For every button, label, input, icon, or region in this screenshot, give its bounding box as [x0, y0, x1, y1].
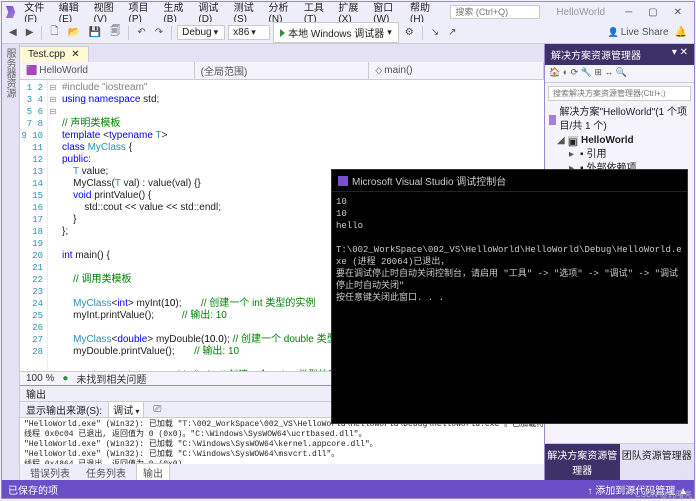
config-combo[interactable]: Debug ▾: [177, 25, 225, 40]
solution-toolbar[interactable]: 🏠 ◐ ⟳ 🔧 ⊞ ↔ 🔍: [545, 65, 694, 83]
live-share-button[interactable]: 👤 Live Share: [608, 27, 669, 38]
tab-testcpp[interactable]: Test.cpp✕: [20, 46, 89, 62]
maximize-icon[interactable]: ▢: [642, 5, 663, 20]
output-tab[interactable]: 错误列表: [24, 464, 76, 481]
titlebar: 文件(F)编辑(E)视图(V)项目(P)生成(B)调试(D)测试(S)分析(N)…: [2, 2, 694, 22]
debug-console-window[interactable]: Microsoft Visual Studio 调试控制台 10 10 hell…: [331, 169, 688, 424]
output-from-label: 显示输出来源(S):: [26, 402, 102, 417]
redo-icon[interactable]: ↷: [152, 25, 166, 40]
solution-search-input[interactable]: [548, 86, 691, 101]
start-debug-button[interactable]: 本地 Windows 调试器 ▾: [273, 22, 399, 43]
platform-combo[interactable]: x86 ▾: [228, 25, 270, 40]
toolbar: ◀ ▶ 🗋 📂 💾 🗐 ↶ ↷ Debug ▾ x86 ▾ 本地 Windows…: [2, 22, 694, 44]
output-title: 输出: [26, 386, 46, 401]
close-icon[interactable]: ✕: [668, 5, 688, 20]
app-name: HelloWorld: [548, 7, 613, 18]
save-icon[interactable]: 💾: [86, 25, 104, 40]
output-source-combo[interactable]: 调试 ▾: [108, 401, 144, 418]
nav-member[interactable]: ◇ main(): [369, 62, 544, 79]
open-icon[interactable]: 📂: [64, 25, 82, 40]
notif-icon[interactable]: 🔔: [672, 25, 690, 40]
undo-icon[interactable]: ↶: [134, 25, 148, 40]
console-body: 10 10 hello T:\002_WorkSpace\002_VS\Hell…: [332, 192, 687, 423]
tab-close-icon[interactable]: ✕: [71, 49, 79, 60]
code-navbar: 🟪 HelloWorld (全局范围) ◇ main(): [20, 62, 544, 80]
step2-icon[interactable]: ↗: [445, 25, 459, 40]
panel-tab[interactable]: 解决方案资源管理器: [545, 443, 620, 480]
watermark: CSDN @韩曙亮: [635, 489, 692, 500]
search-input[interactable]: [450, 5, 540, 19]
save-all-icon[interactable]: 🗐: [107, 22, 123, 43]
step-icon[interactable]: ↘: [428, 25, 442, 40]
panel-dropdown-icon[interactable]: ▾ ✕: [672, 47, 688, 62]
bottom-tabs: 错误列表任务列表输出: [20, 464, 544, 480]
output-tab[interactable]: 任务列表: [80, 464, 132, 481]
tool-icon[interactable]: ⚙: [402, 25, 417, 40]
new-file-icon[interactable]: 🗋: [47, 22, 61, 43]
nav-scope[interactable]: 🟪 HelloWorld: [20, 62, 195, 79]
play-icon: [280, 29, 285, 37]
vs-logo-icon: [6, 6, 15, 18]
statusbar: 已保存的项 ↑ 添加到源代码管理 ▲: [2, 480, 694, 498]
status-left: 已保存的项: [8, 482, 58, 497]
minimize-icon[interactable]: ─: [619, 5, 638, 20]
output-body[interactable]: "HelloWorld.exe" (Win32): 已加载 "T:\002_Wo…: [20, 418, 544, 464]
document-tabstrip: Test.cpp✕: [20, 44, 544, 62]
output-tab[interactable]: 输出: [136, 463, 170, 481]
panel-tab[interactable]: 团队资源管理器: [620, 443, 695, 480]
panel-title: 解决方案资源管理器: [551, 47, 641, 62]
nav-type[interactable]: (全局范围): [195, 62, 370, 79]
console-title: Microsoft Visual Studio 调试控制台: [352, 173, 506, 188]
nav-back-icon[interactable]: ◀: [6, 25, 20, 40]
left-rail[interactable]: 服务器资源工具箱: [2, 44, 20, 480]
nav-fwd-icon[interactable]: ▶: [23, 25, 37, 40]
clear-icon[interactable]: ⎚: [150, 402, 164, 417]
console-icon: [338, 176, 348, 186]
